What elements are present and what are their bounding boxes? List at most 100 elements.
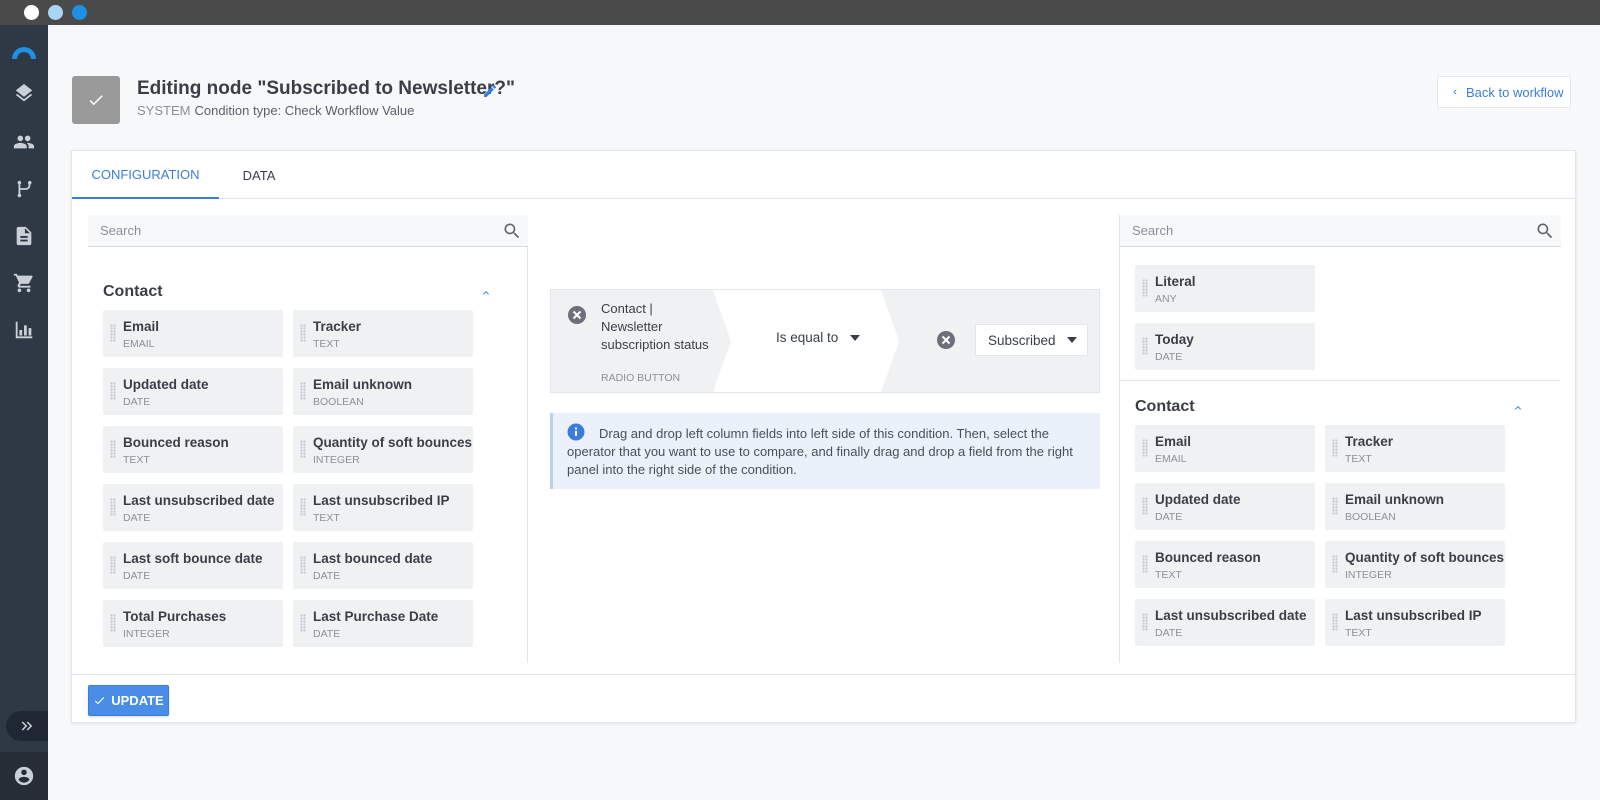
sidebar-item-ecommerce[interactable] bbox=[0, 263, 48, 303]
field-name: Last bounced date bbox=[313, 551, 433, 566]
update-button[interactable]: UPDATE bbox=[88, 685, 169, 716]
close-circle-icon bbox=[937, 331, 955, 349]
card-footer: UPDATE bbox=[72, 674, 1575, 723]
pencil-icon bbox=[484, 85, 496, 97]
caret-down-icon bbox=[850, 334, 861, 341]
drag-handle-icon bbox=[1142, 555, 1148, 573]
field-name: Literal bbox=[1155, 274, 1196, 289]
window-maximize-button[interactable] bbox=[72, 5, 87, 20]
left-fields-panel: Contact Email EMAIL Tracker TEXT Updated dat… bbox=[88, 215, 528, 663]
field-card[interactable]: Email unknown BOOLEAN bbox=[293, 368, 473, 415]
node-type-icon bbox=[72, 76, 120, 124]
field-card[interactable]: Updated date DATE bbox=[103, 368, 283, 415]
window-minimize-button[interactable] bbox=[48, 5, 63, 20]
update-label: UPDATE bbox=[111, 693, 164, 708]
field-type: BOOLEAN bbox=[1345, 511, 1396, 523]
field-card[interactable]: Today DATE bbox=[1135, 323, 1315, 370]
field-card[interactable]: Quantity of soft bounces INTEGER bbox=[293, 426, 473, 473]
sidebar-item-contacts[interactable] bbox=[0, 122, 48, 162]
info-icon bbox=[567, 423, 585, 441]
field-type: DATE bbox=[1155, 627, 1183, 639]
cart-icon bbox=[13, 273, 33, 293]
condition-left-field: Contact | Newsletter subscription status bbox=[601, 301, 709, 352]
layers-icon bbox=[15, 84, 33, 102]
field-card[interactable]: Tracker TEXT bbox=[1325, 425, 1505, 472]
sidebar-item-documents[interactable] bbox=[0, 216, 48, 256]
field-card[interactable]: Email unknown BOOLEAN bbox=[1325, 483, 1505, 530]
drag-handle-icon bbox=[300, 324, 306, 342]
value-select[interactable]: Subscribed bbox=[975, 324, 1088, 356]
sidebar-expand-button[interactable] bbox=[6, 711, 48, 741]
drag-handle-icon bbox=[300, 614, 306, 632]
right-section-collapse-button[interactable] bbox=[1512, 401, 1524, 413]
right-search-input[interactable] bbox=[1120, 215, 1561, 246]
field-name: Last unsubscribed date bbox=[123, 493, 275, 508]
back-to-workflow-button[interactable]: Back to workflow bbox=[1437, 76, 1571, 108]
system-label: SYSTEM bbox=[137, 103, 191, 118]
field-card[interactable]: Bounced reason TEXT bbox=[103, 426, 283, 473]
field-card[interactable]: Last Purchase Date DATE bbox=[293, 600, 473, 647]
drag-handle-icon bbox=[300, 382, 306, 400]
field-type: DATE bbox=[1155, 351, 1183, 363]
field-card[interactable]: Email EMAIL bbox=[1135, 425, 1315, 472]
field-card[interactable]: Bounced reason TEXT bbox=[1135, 541, 1315, 588]
tab-configuration[interactable]: CONFIGURATION bbox=[72, 151, 219, 199]
page-title: Editing node "Subscribed to Newsletter?" bbox=[137, 78, 515, 99]
workflow-icon bbox=[17, 180, 32, 198]
right-section-title: Contact bbox=[1135, 398, 1195, 415]
field-card[interactable]: Updated date DATE bbox=[1135, 483, 1315, 530]
left-section-collapse-button[interactable] bbox=[480, 286, 492, 298]
search-icon bbox=[1537, 223, 1553, 239]
remove-right-value-button[interactable] bbox=[936, 330, 956, 350]
field-type: DATE bbox=[313, 570, 341, 582]
field-card[interactable]: Last unsubscribed IP TEXT bbox=[1325, 599, 1505, 646]
field-card[interactable]: Total Purchases INTEGER bbox=[103, 600, 283, 647]
info-message: Drag and drop left column fields into le… bbox=[550, 413, 1100, 489]
account-icon bbox=[14, 766, 34, 786]
logo-icon bbox=[12, 47, 36, 59]
field-name: Bounced reason bbox=[1155, 550, 1261, 565]
condition-left-type: RADIO BUTTON bbox=[601, 372, 681, 384]
operator-select[interactable]: Is equal to bbox=[776, 330, 861, 345]
field-name: Last unsubscribed IP bbox=[1345, 608, 1482, 623]
double-chevron-right-icon bbox=[21, 721, 33, 731]
drag-handle-icon bbox=[1142, 613, 1148, 631]
condition-type-label: Condition type: Check Workflow Value bbox=[194, 103, 415, 118]
field-type: EMAIL bbox=[123, 338, 155, 350]
operator-value: Is equal to bbox=[776, 330, 839, 345]
left-search-input[interactable] bbox=[88, 215, 528, 246]
edit-title-button[interactable] bbox=[482, 83, 498, 99]
user-account-button[interactable] bbox=[0, 752, 48, 800]
drag-handle-icon bbox=[110, 324, 116, 342]
chevron-up-icon bbox=[483, 291, 489, 295]
window-close-button[interactable] bbox=[24, 5, 39, 20]
tab-data[interactable]: DATA bbox=[219, 151, 299, 199]
field-card[interactable]: Last unsubscribed IP TEXT bbox=[293, 484, 473, 531]
sidebar-item-logo[interactable] bbox=[0, 31, 48, 71]
window-titlebar bbox=[0, 0, 1600, 25]
drag-handle-icon bbox=[110, 556, 116, 574]
field-name: Updated date bbox=[1155, 492, 1241, 507]
search-icon bbox=[504, 223, 520, 239]
field-card[interactable]: Last bounced date DATE bbox=[293, 542, 473, 589]
field-type: TEXT bbox=[1155, 569, 1182, 581]
sidebar-item-workflows[interactable] bbox=[0, 169, 48, 209]
field-type: DATE bbox=[123, 396, 151, 408]
info-text: Drag and drop left column fields into le… bbox=[567, 426, 1073, 477]
field-name: Tracker bbox=[1345, 434, 1394, 449]
condition-builder: Contact | Newsletter subscription status… bbox=[550, 289, 1100, 393]
right-search bbox=[1120, 215, 1561, 247]
field-type: DATE bbox=[313, 628, 341, 640]
remove-left-field-button[interactable] bbox=[567, 305, 587, 325]
field-card[interactable]: Last unsubscribed date DATE bbox=[1135, 599, 1315, 646]
field-card[interactable]: Email EMAIL bbox=[103, 310, 283, 357]
field-card[interactable]: Last soft bounce date DATE bbox=[103, 542, 283, 589]
field-card[interactable]: Last unsubscribed date DATE bbox=[103, 484, 283, 531]
field-card[interactable]: Tracker TEXT bbox=[293, 310, 473, 357]
field-name: Updated date bbox=[123, 377, 209, 392]
field-card[interactable]: Literal ANY bbox=[1135, 265, 1315, 312]
sidebar-item-reports[interactable] bbox=[0, 310, 48, 350]
field-card[interactable]: Quantity of soft bounces INTEGER bbox=[1325, 541, 1505, 588]
field-name: Total Purchases bbox=[123, 609, 227, 624]
sidebar-item-layers[interactable] bbox=[0, 75, 48, 115]
